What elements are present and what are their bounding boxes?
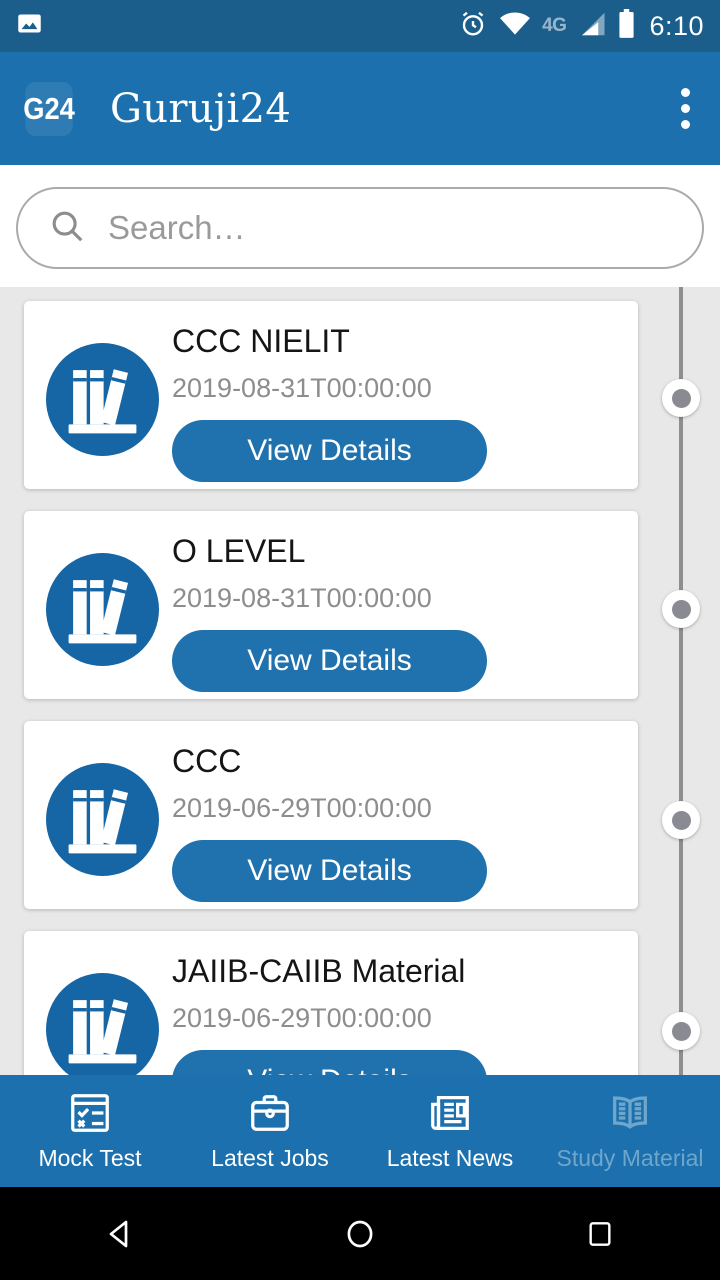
timeline-marker xyxy=(662,1012,700,1050)
card-date: 2019-06-29T00:00:00 xyxy=(172,1002,432,1033)
card-date: 2019-08-31T00:00:00 xyxy=(172,372,432,403)
card-title: CCC NIELIT xyxy=(172,323,350,359)
timeline-marker-dot xyxy=(671,1021,691,1041)
view-details-button[interactable]: View Details xyxy=(172,839,487,902)
nav-item-mock-test[interactable]: Mock Test xyxy=(0,1090,180,1172)
card-title: O LEVEL xyxy=(172,533,306,569)
card-body: JAIIB-CAIIB Material 2019-06-29T00:00:00 V… xyxy=(162,953,620,1075)
app-logo: G24 xyxy=(23,81,75,136)
nav-item-study-material[interactable]: Study Material xyxy=(540,1090,720,1172)
status-bar-left xyxy=(16,10,43,42)
books-icon xyxy=(45,553,159,666)
nav-item-label: Latest Jobs xyxy=(211,1145,329,1171)
back-button[interactable] xyxy=(65,1216,175,1252)
card-title: CCC xyxy=(172,743,242,779)
card-date: 2019-06-29T00:00:00 xyxy=(172,792,432,823)
card-body: CCC 2019-06-29T00:00:00 View Details xyxy=(162,743,620,902)
card-body: O LEVEL 2019-08-31T00:00:00 View Details xyxy=(162,533,620,692)
newspaper-icon xyxy=(424,1090,476,1136)
nav-item-label: Latest News xyxy=(386,1145,514,1171)
study-material-card[interactable]: CCC NIELIT 2019-08-31T00:00:00 View Detail… xyxy=(24,301,638,489)
card-icon xyxy=(42,533,162,666)
briefcase-icon xyxy=(244,1090,296,1136)
system-navigation-bar xyxy=(0,1187,720,1280)
books-icon xyxy=(45,763,159,876)
timeline-marker-dot xyxy=(671,599,691,619)
overflow-dot xyxy=(681,104,690,113)
study-material-list[interactable]: CCC NIELIT 2019-08-31T00:00:00 View Detail… xyxy=(0,287,720,1075)
timeline-marker-dot xyxy=(671,810,691,830)
study-material-card[interactable]: O LEVEL 2019-08-31T00:00:00 View Details xyxy=(24,511,638,699)
card-icon xyxy=(42,743,162,876)
app-bar: G24 Guruji24 xyxy=(0,52,720,165)
overflow-menu-icon[interactable] xyxy=(673,78,698,139)
app-logo-text: G24 xyxy=(23,90,75,126)
search-icon xyxy=(48,207,86,250)
clock-label: 6:10 xyxy=(649,10,704,41)
nav-item-label: Study Material xyxy=(556,1145,704,1171)
card-title: JAIIB-CAIIB Material xyxy=(172,953,466,989)
overflow-dot xyxy=(681,120,690,129)
timeline-marker-dot xyxy=(671,388,691,408)
search-input[interactable] xyxy=(108,209,672,247)
study-material-card[interactable]: JAIIB-CAIIB Material 2019-06-29T00:00:00 V… xyxy=(24,931,638,1075)
view-details-button[interactable]: View Details xyxy=(172,1049,487,1075)
nav-item-latest-news[interactable]: Latest News xyxy=(360,1090,540,1172)
battery-icon xyxy=(618,8,635,44)
nav-item-latest-jobs[interactable]: Latest Jobs xyxy=(180,1090,360,1172)
checklist-icon xyxy=(64,1090,116,1136)
card-body: CCC NIELIT 2019-08-31T00:00:00 View Detail… xyxy=(162,323,620,482)
nav-item-label: Mock Test xyxy=(38,1145,142,1171)
home-button[interactable] xyxy=(305,1216,415,1252)
wifi-icon xyxy=(499,11,531,42)
image-icon xyxy=(16,10,43,42)
study-material-card[interactable]: CCC 2019-06-29T00:00:00 View Details xyxy=(24,721,638,909)
app-title: Guruji24 xyxy=(110,85,292,132)
card-date: 2019-08-31T00:00:00 xyxy=(172,582,432,613)
books-icon xyxy=(45,973,159,1075)
recents-button[interactable] xyxy=(545,1218,655,1250)
timeline-marker xyxy=(662,590,700,628)
search-box[interactable] xyxy=(16,187,704,269)
signal-icon xyxy=(577,11,607,42)
bottom-navigation: Mock Test Latest Jobs Latest News Study Mat… xyxy=(0,1075,720,1187)
card-icon xyxy=(42,953,162,1075)
timeline-marker xyxy=(662,801,700,839)
alarm-icon xyxy=(458,9,488,44)
timeline-marker xyxy=(662,379,700,417)
search-area xyxy=(0,165,720,289)
status-bar: 4G 6:10 xyxy=(0,0,720,52)
card-icon xyxy=(42,323,162,456)
view-details-button[interactable]: View Details xyxy=(172,419,487,482)
view-details-button[interactable]: View Details xyxy=(172,629,487,692)
books-icon xyxy=(45,343,159,456)
status-bar-right: 4G 6:10 xyxy=(458,8,704,44)
overflow-dot xyxy=(681,88,690,97)
network-type-label: 4G xyxy=(542,15,567,36)
card-container: CCC NIELIT 2019-08-31T00:00:00 View Detail… xyxy=(0,287,662,1075)
open-book-icon xyxy=(604,1090,656,1136)
